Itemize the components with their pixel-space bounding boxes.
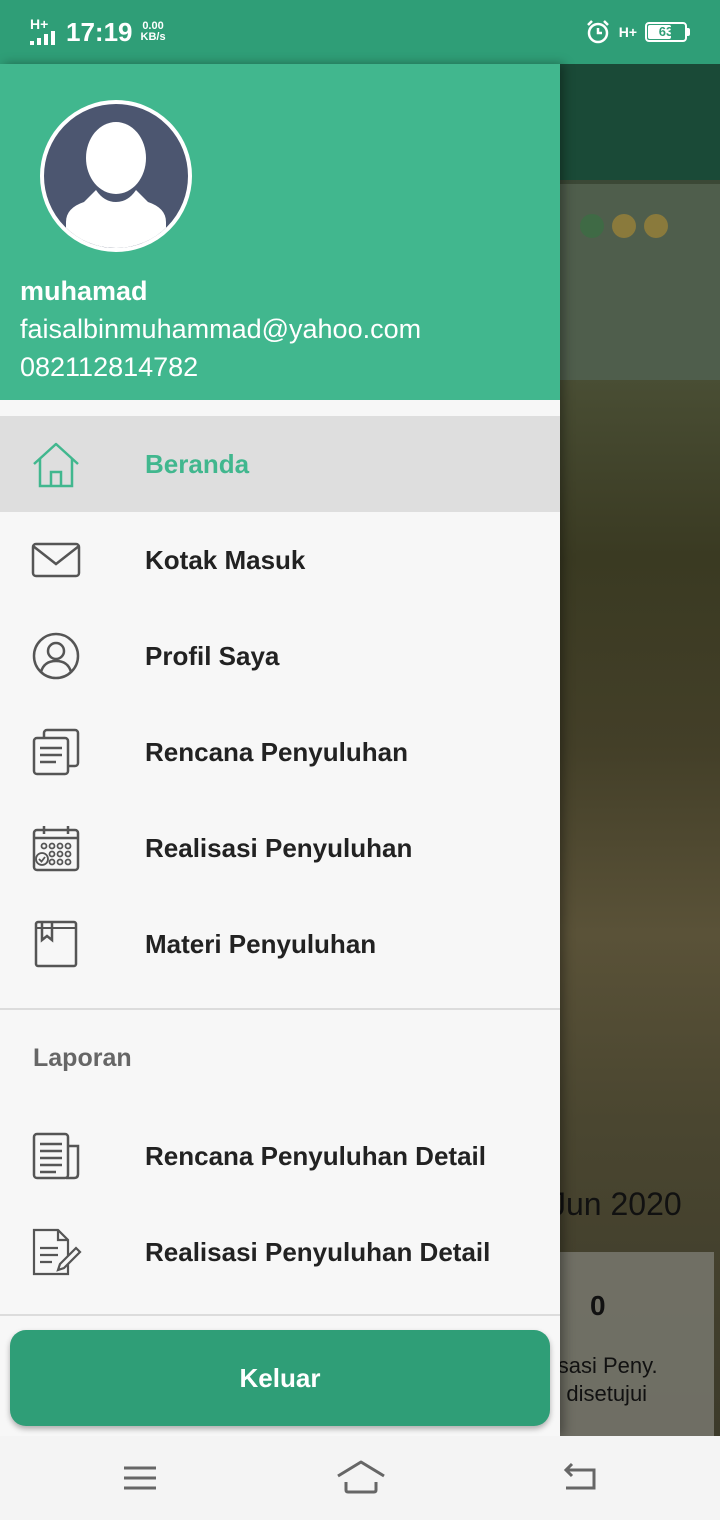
- menu-item-realisasi-penyuluhan-detail[interactable]: Realisasi Penyuluhan Detail: [0, 1204, 560, 1300]
- menu-item-profil-saya[interactable]: Profil Saya: [0, 608, 560, 704]
- background-toolbar: [560, 64, 720, 180]
- network-type-label: H+: [30, 16, 49, 32]
- network-type-right: H+: [618, 24, 637, 40]
- drawer-header: muhamad faisalbinmuhammad@yahoo.com 0821…: [0, 64, 560, 400]
- report-icon: [32, 1132, 80, 1180]
- alarm-icon: [586, 20, 609, 44]
- back-icon[interactable]: [558, 1456, 602, 1500]
- book-icon: [34, 920, 78, 968]
- home-nav-icon[interactable]: [336, 1456, 386, 1500]
- background-card-text: lisasi Peny. g disetujui: [560, 1352, 658, 1408]
- avatar[interactable]: [40, 100, 192, 252]
- menu-item-label: Profil Saya: [145, 640, 280, 671]
- section-title-laporan: Laporan: [33, 1044, 132, 1072]
- background-card-line: lisasi Peny.: [560, 1353, 658, 1378]
- menu-item-rencana-penyuluhan[interactable]: Rencana Penyuluhan: [0, 704, 560, 800]
- carousel-dots: [580, 214, 668, 238]
- user-name: muhamad: [20, 276, 148, 306]
- menu-item-label: Materi Penyuluhan: [145, 928, 377, 959]
- battery-icon: 63: [645, 22, 690, 42]
- user-circle-icon: [32, 632, 80, 680]
- home-icon: [33, 442, 79, 488]
- menu-item-label: Rencana Penyuluhan: [145, 736, 408, 767]
- status-bar: H+ 17:19 0.00 KB/s H+ 63: [0, 0, 720, 64]
- menu-item-label: Realisasi Penyuluhan Detail: [145, 1236, 491, 1267]
- menu-item-realisasi-penyuluhan[interactable]: Realisasi Penyuluhan: [0, 800, 560, 896]
- signal-bars-icon: [30, 31, 55, 45]
- user-phone: 082112814782: [20, 352, 199, 382]
- report-menu: Rencana Penyuluhan Detail Realisasi Peny…: [0, 1108, 560, 1300]
- menu-item-kotak-masuk[interactable]: Kotak Masuk: [0, 512, 560, 608]
- carousel-dot: [644, 214, 668, 238]
- menu-divider: [0, 1008, 560, 1010]
- drawer-menu: Beranda Kotak Masuk Profil Saya Rencana …: [0, 416, 560, 992]
- status-left: H+ 17:19 0.00 KB/s: [30, 17, 166, 48]
- menu-item-label: Kotak Masuk: [145, 544, 306, 575]
- background-app: Jun 2020 0 lisasi Peny. g disetujui: [560, 64, 720, 1436]
- menu-icon[interactable]: [118, 1456, 162, 1500]
- user-silhouette-icon: [66, 122, 166, 248]
- background-card: [560, 1252, 714, 1436]
- carousel-dot: [612, 214, 636, 238]
- background-card-line: g disetujui: [560, 1381, 648, 1406]
- menu-divider: [0, 1314, 560, 1316]
- menu-item-label: Realisasi Penyuluhan: [145, 832, 413, 863]
- mail-icon: [31, 542, 81, 578]
- carousel-dot: [580, 214, 604, 238]
- battery-level: 63: [658, 24, 674, 39]
- calendar-icon: [32, 826, 80, 872]
- documents-icon: [32, 728, 80, 776]
- menu-item-materi-penyuluhan[interactable]: Materi Penyuluhan: [0, 896, 560, 992]
- background-count: 0: [590, 1290, 606, 1321]
- background-date: Jun 2020: [560, 1186, 682, 1222]
- system-nav-bar: [0, 1436, 720, 1520]
- menu-item-beranda[interactable]: Beranda: [0, 416, 560, 512]
- speed-unit: KB/s: [140, 31, 166, 43]
- signal-indicator: H+: [30, 17, 58, 47]
- edit-document-icon: [32, 1228, 82, 1276]
- menu-item-rencana-penyuluhan-detail[interactable]: Rencana Penyuluhan Detail: [0, 1108, 560, 1204]
- network-speed: 0.00 KB/s: [141, 21, 166, 43]
- user-email: faisalbinmuhammad@yahoo.com: [20, 314, 422, 344]
- menu-item-label: Beranda: [145, 448, 250, 479]
- status-right: H+ 63: [585, 19, 690, 45]
- clock: 17:19: [66, 16, 133, 47]
- logout-button[interactable]: Keluar: [10, 1330, 550, 1426]
- navigation-drawer: muhamad faisalbinmuhammad@yahoo.com 0821…: [0, 64, 560, 1436]
- menu-item-label: Rencana Penyuluhan Detail: [145, 1140, 486, 1171]
